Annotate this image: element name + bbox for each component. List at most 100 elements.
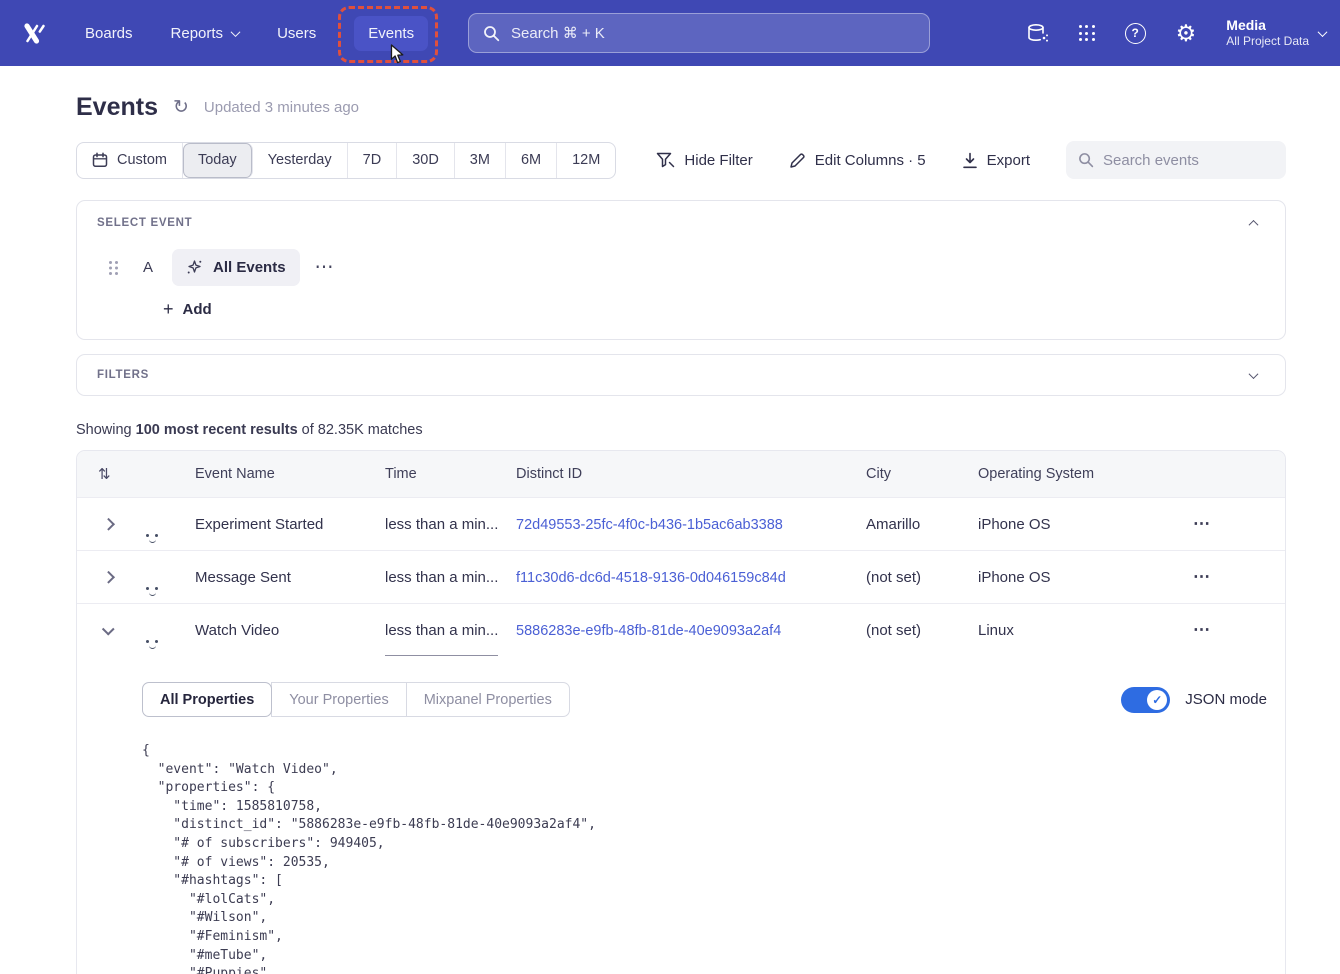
date-yesterday-button[interactable]: Yesterday (253, 143, 348, 178)
summary-count: 100 most recent results (136, 422, 298, 438)
page-heading-row: Events ↻ Updated 3 minutes ago (76, 93, 1286, 122)
date-6m-button[interactable]: 6M (506, 143, 557, 178)
expand-row-button[interactable] (77, 573, 125, 582)
distinct-id-link[interactable]: 72d49553-25fc-4f0c-b436-1b5ac6ab3388 (516, 517, 783, 533)
edit-columns-label: Edit Columns · 5 (815, 152, 926, 169)
select-event-header: SELECT EVENT (97, 217, 1265, 229)
project-name: Media (1226, 17, 1309, 35)
nav-events[interactable]: Events (354, 16, 428, 51)
header-collapse-cell: ⇅ (77, 465, 125, 483)
time-cell: less than a min... (385, 498, 516, 550)
row-more-icon[interactable]: ⋯ (1174, 620, 1285, 640)
apps-grid-icon[interactable] (1079, 25, 1095, 41)
global-search[interactable] (468, 13, 930, 53)
chevron-down-icon (1318, 27, 1328, 37)
tab-all-properties[interactable]: All Properties (142, 682, 272, 717)
event-row-letter: A (143, 259, 153, 276)
data-management-icon[interactable] (1026, 23, 1049, 44)
date-12m-button[interactable]: 12M (557, 143, 615, 178)
date-30d-button[interactable]: 30D (397, 143, 455, 178)
distinct-id-link[interactable]: 5886283e-e9fb-48fb-81de-40e9093a2af4 (516, 623, 781, 639)
all-events-chip[interactable]: All Events (172, 249, 300, 286)
chevron-right-icon (102, 518, 114, 530)
city-cell: (not set) (866, 622, 978, 639)
nav-boards[interactable]: Boards (85, 25, 133, 42)
os-cell: Linux (978, 622, 1174, 639)
hide-filter-button[interactable]: Hide Filter (656, 152, 752, 169)
mixpanel-logo-icon (22, 22, 47, 45)
nav-users[interactable]: Users (277, 25, 316, 42)
main-content: Events ↻ Updated 3 minutes ago Custom To… (76, 93, 1286, 974)
row-more-icon[interactable]: ⋯ (1174, 514, 1285, 534)
distinct-id-cell: f11c30d6-dc6d-4518-9136-0d046159c84d (516, 569, 866, 586)
event-more-icon[interactable]: ⋯ (315, 256, 334, 279)
nav-reports-label: Reports (171, 25, 224, 42)
header-city: City (866, 466, 978, 482)
json-mode-control: ✓ JSON mode (1121, 687, 1267, 713)
collapse-all-icon[interactable]: ⇅ (98, 465, 111, 483)
navbar-right-cluster: ? ⚙ Media All Project Data (1026, 0, 1326, 66)
events-search[interactable] (1066, 141, 1286, 179)
pencil-icon (789, 152, 806, 169)
search-icon (1078, 152, 1094, 168)
expand-chevron-icon[interactable] (1249, 369, 1259, 379)
date-3m-button[interactable]: 3M (455, 143, 506, 178)
project-switcher[interactable]: Media All Project Data (1226, 17, 1326, 50)
events-table: ⇅ Event Name Time Distinct ID City Opera… (76, 450, 1286, 974)
plus-icon: + (163, 299, 174, 320)
updated-timestamp: Updated 3 minutes ago (204, 99, 359, 116)
event-name-cell: Experiment Started (195, 516, 385, 533)
summary-suffix: of 82.35K matches (298, 422, 423, 438)
filters-panel: FILTERS (76, 354, 1286, 396)
edit-columns-button[interactable]: Edit Columns · 5 (789, 152, 926, 169)
settings-gear-icon[interactable]: ⚙ (1176, 22, 1197, 45)
row-more-icon[interactable]: ⋯ (1174, 567, 1285, 587)
time-cell: less than a min... (385, 551, 516, 603)
check-icon: ✓ (1152, 693, 1162, 707)
all-events-label: All Events (213, 259, 286, 276)
table-toolbar: Hide Filter Edit Columns · 5 Export (656, 141, 1286, 179)
os-cell: iPhone OS (978, 516, 1174, 533)
json-mode-toggle[interactable]: ✓ (1121, 687, 1170, 713)
collapse-row-button[interactable] (77, 626, 125, 635)
database-icon (1026, 23, 1049, 44)
help-icon[interactable]: ? (1125, 23, 1146, 44)
table-row: Experiment Started less than a min... 72… (77, 497, 1285, 550)
grid-dots (1079, 25, 1095, 41)
json-viewer: { "event": "Watch Video", "properties": … (142, 742, 1267, 974)
results-summary: Showing 100 most recent results of 82.35… (76, 422, 1286, 438)
tab-mixpanel-properties[interactable]: Mixpanel Properties (406, 682, 570, 717)
mixpanel-logo[interactable] (22, 22, 47, 45)
add-event-label: Add (183, 301, 212, 318)
table-header-row: ⇅ Event Name Time Distinct ID City Opera… (77, 451, 1285, 497)
controls-row: Custom Today Yesterday 7D 30D 3M 6M 12M … (76, 141, 1286, 179)
distinct-id-link[interactable]: f11c30d6-dc6d-4518-9136-0d046159c84d (516, 570, 786, 586)
primary-nav: Boards Reports Users Events (85, 16, 428, 51)
distinct-id-cell: 72d49553-25fc-4f0c-b436-1b5ac6ab3388 (516, 516, 866, 533)
date-today-button[interactable]: Today (183, 143, 253, 178)
summary-prefix: Showing (76, 422, 136, 438)
date-range-group: Custom Today Yesterday 7D 30D 3M 6M 12M (76, 142, 616, 179)
date-7d-button[interactable]: 7D (348, 143, 398, 178)
date-custom-button[interactable]: Custom (77, 143, 183, 178)
header-event-name: Event Name (195, 466, 385, 482)
properties-tabs: All Properties Your Properties Mixpanel … (142, 682, 570, 717)
header-distinct-id: Distinct ID (516, 466, 866, 482)
export-label: Export (987, 152, 1030, 169)
export-button[interactable]: Export (962, 152, 1030, 169)
drag-handle-icon[interactable] (109, 261, 119, 275)
row-detail-panel: All Properties Your Properties Mixpanel … (77, 656, 1285, 974)
global-search-input[interactable] (511, 25, 915, 42)
funnel-icon (656, 152, 675, 169)
expand-row-button[interactable] (77, 520, 125, 529)
hide-filter-label: Hide Filter (684, 152, 752, 169)
refresh-icon[interactable]: ↻ (173, 96, 189, 119)
events-search-input[interactable] (1103, 152, 1274, 169)
nav-reports[interactable]: Reports (171, 25, 240, 42)
chevron-right-icon (102, 571, 114, 583)
tab-your-properties[interactable]: Your Properties (271, 682, 406, 717)
collapse-chevron-icon[interactable] (1249, 219, 1259, 229)
event-criteria-row: A All Events ⋯ (97, 249, 1265, 286)
add-event-button[interactable]: + Add (163, 299, 212, 320)
header-operating-system: Operating System (978, 466, 1174, 482)
